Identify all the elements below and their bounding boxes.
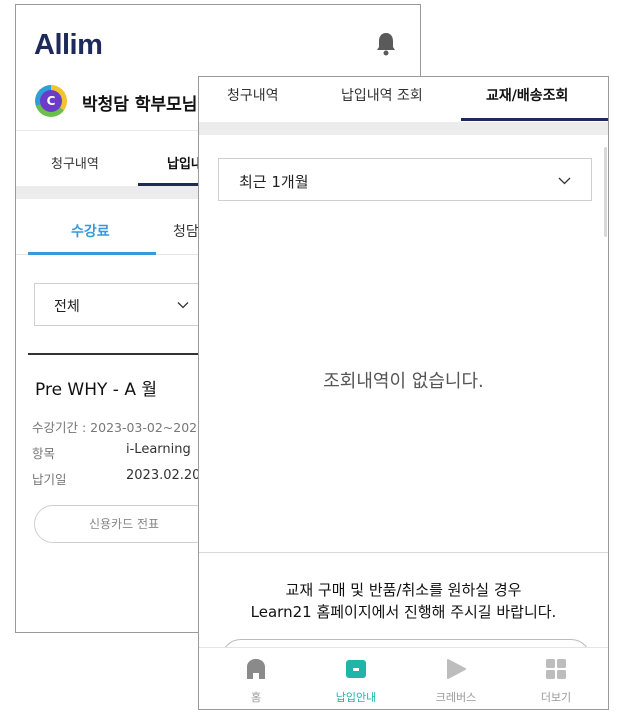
tab-textbook-shipping[interactable]: 교재/배송조회: [486, 85, 568, 105]
active-tab-indicator: [461, 118, 608, 121]
sub-tab-indicator: [28, 252, 156, 255]
play-icon: [447, 659, 466, 679]
grid-icon: [546, 659, 566, 679]
allim-logo: Allim: [34, 29, 103, 61]
item-value: i-Learning: [126, 442, 191, 457]
notice-text-line1: 교재 구매 및 반품/취소를 원하실 경우: [285, 581, 522, 599]
period-dropdown[interactable]: 최근 1개월: [218, 158, 592, 201]
avatar: C: [35, 85, 67, 117]
notice-divider: [199, 552, 608, 553]
nav-home[interactable]: 홈: [206, 648, 306, 709]
tab-payment-history[interactable]: 납입내역 조회: [341, 85, 423, 105]
notification-bell-icon[interactable]: [376, 32, 396, 56]
chevron-down-icon: [558, 177, 571, 185]
nav-crevers[interactable]: 크레버스: [406, 648, 506, 709]
foreground-app-screen: 청구내역 납입내역 조회 교재/배송조회 최근 1개월 조회내역이 없습니다. …: [198, 76, 609, 710]
nav-payment-guide[interactable]: 납입안내: [306, 648, 406, 709]
course-title: Pre WHY - A 월: [35, 380, 158, 400]
tab-billing[interactable]: 청구내역: [51, 153, 99, 172]
item-label: 항목: [32, 446, 56, 461]
home-icon: [247, 659, 265, 679]
empty-result-message: 조회내역이 없습니다.: [323, 371, 484, 392]
chevron-down-icon: [177, 302, 189, 309]
card-receipt-button[interactable]: 신용카드 전표: [34, 505, 214, 543]
notice-text-line2: Learn21 홈페이지에서 진행해 주시길 바랍니다.: [250, 603, 557, 621]
filter-dropdown[interactable]: 전체: [34, 283, 214, 326]
user-name: 박청담 학부모님: [82, 95, 198, 115]
front-tab-bar: 청구내역 납입내역 조회 교재/배송조회: [199, 77, 608, 122]
scrollbar[interactable]: [604, 147, 607, 237]
sub-tab-chungdahm[interactable]: 청담: [173, 221, 199, 241]
payment-icon: [346, 660, 366, 678]
due-date-label: 납기일: [32, 472, 67, 487]
bottom-navigation: 홈 납입안내 크레버스 더보기: [199, 647, 608, 709]
tab-billing-history[interactable]: 청구내역: [227, 85, 279, 105]
section-divider: [199, 122, 608, 135]
nav-more[interactable]: 더보기: [506, 648, 606, 709]
course-period: 수강기간 : 2023-03-02~202: [32, 420, 198, 435]
due-date-value: 2023.02.20: [126, 468, 201, 483]
sub-tab-tuition[interactable]: 수강료: [71, 221, 110, 241]
